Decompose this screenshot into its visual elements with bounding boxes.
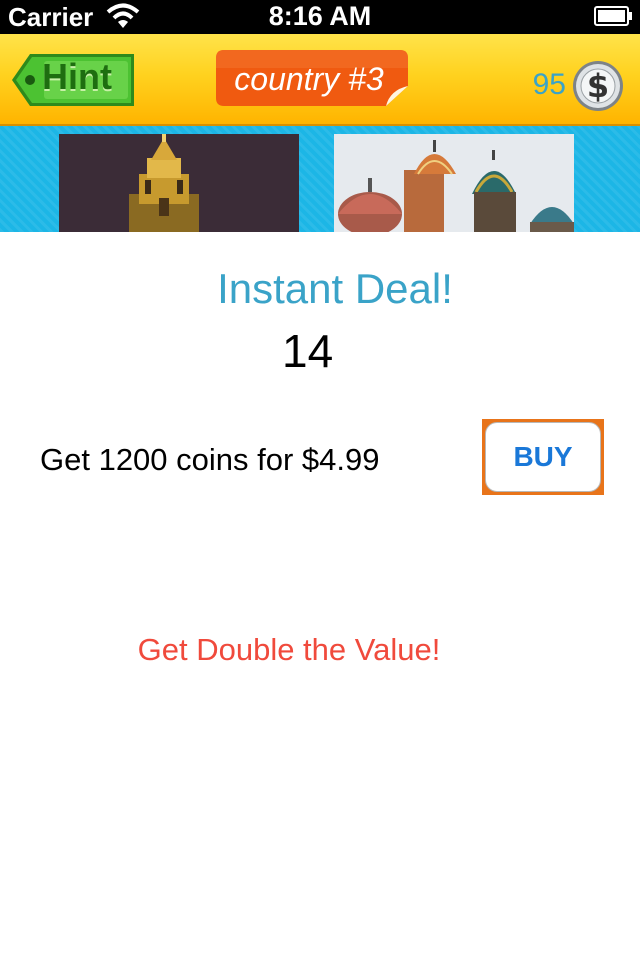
offer-text: Get 1200 coins for $4.99: [40, 442, 380, 477]
dollar-coin-icon[interactable]: $: [572, 60, 624, 112]
status-bar: Carrier 8:16 AM: [0, 0, 640, 34]
puzzle-label: country #3: [234, 61, 384, 97]
puzzle-photo-2: [334, 134, 574, 232]
battery-icon: [594, 6, 632, 26]
photo-strip: [0, 126, 640, 232]
deal-countdown: 14: [282, 325, 334, 377]
buy-button-label: BUY: [485, 422, 601, 492]
instant-deal-panel: Instant Deal! 14 Get 1200 coins for $4.9…: [0, 232, 640, 960]
deal-title: Instant Deal!: [217, 265, 453, 312]
game-header: Hint country #3 95 $: [0, 34, 640, 126]
puzzle-photo-1: [59, 134, 299, 232]
coin-count: 95: [532, 68, 566, 101]
promo-text: Get Double the Value!: [137, 632, 441, 667]
buy-button[interactable]: BUY: [482, 419, 604, 495]
hint-label: Hint: [42, 56, 112, 97]
svg-text:$: $: [587, 67, 609, 105]
clock: 8:16 AM: [268, 1, 372, 31]
